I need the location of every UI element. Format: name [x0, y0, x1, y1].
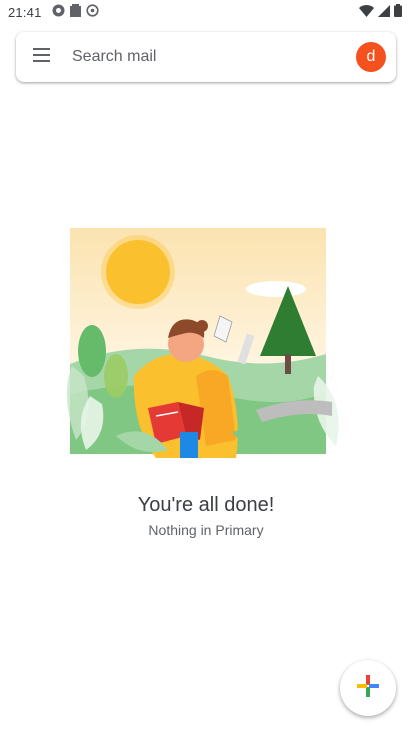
storage-icon	[69, 4, 81, 20]
search-bar[interactable]: Search mail d	[16, 32, 396, 82]
status-bar: 21:41	[0, 0, 412, 24]
sun-illustration	[101, 235, 175, 309]
hamburger-menu-icon	[32, 47, 52, 68]
compose-button[interactable]	[340, 660, 396, 716]
compose-plus-icon	[355, 673, 381, 704]
empty-inbox-illustration	[56, 226, 356, 466]
cell-signal-icon	[378, 4, 390, 20]
empty-state-title: You're all done!	[137, 494, 275, 516]
menu-button[interactable]	[16, 32, 68, 82]
status-time: 21:41	[8, 4, 42, 20]
sync-icon	[85, 4, 99, 20]
search-input[interactable]: Search mail	[68, 48, 356, 66]
app-notification-icon	[52, 4, 65, 20]
empty-state-subtitle: Nothing in Primary	[148, 522, 264, 538]
battery-icon	[394, 4, 402, 20]
wifi-icon	[359, 4, 374, 20]
account-avatar[interactable]: d	[356, 42, 386, 72]
